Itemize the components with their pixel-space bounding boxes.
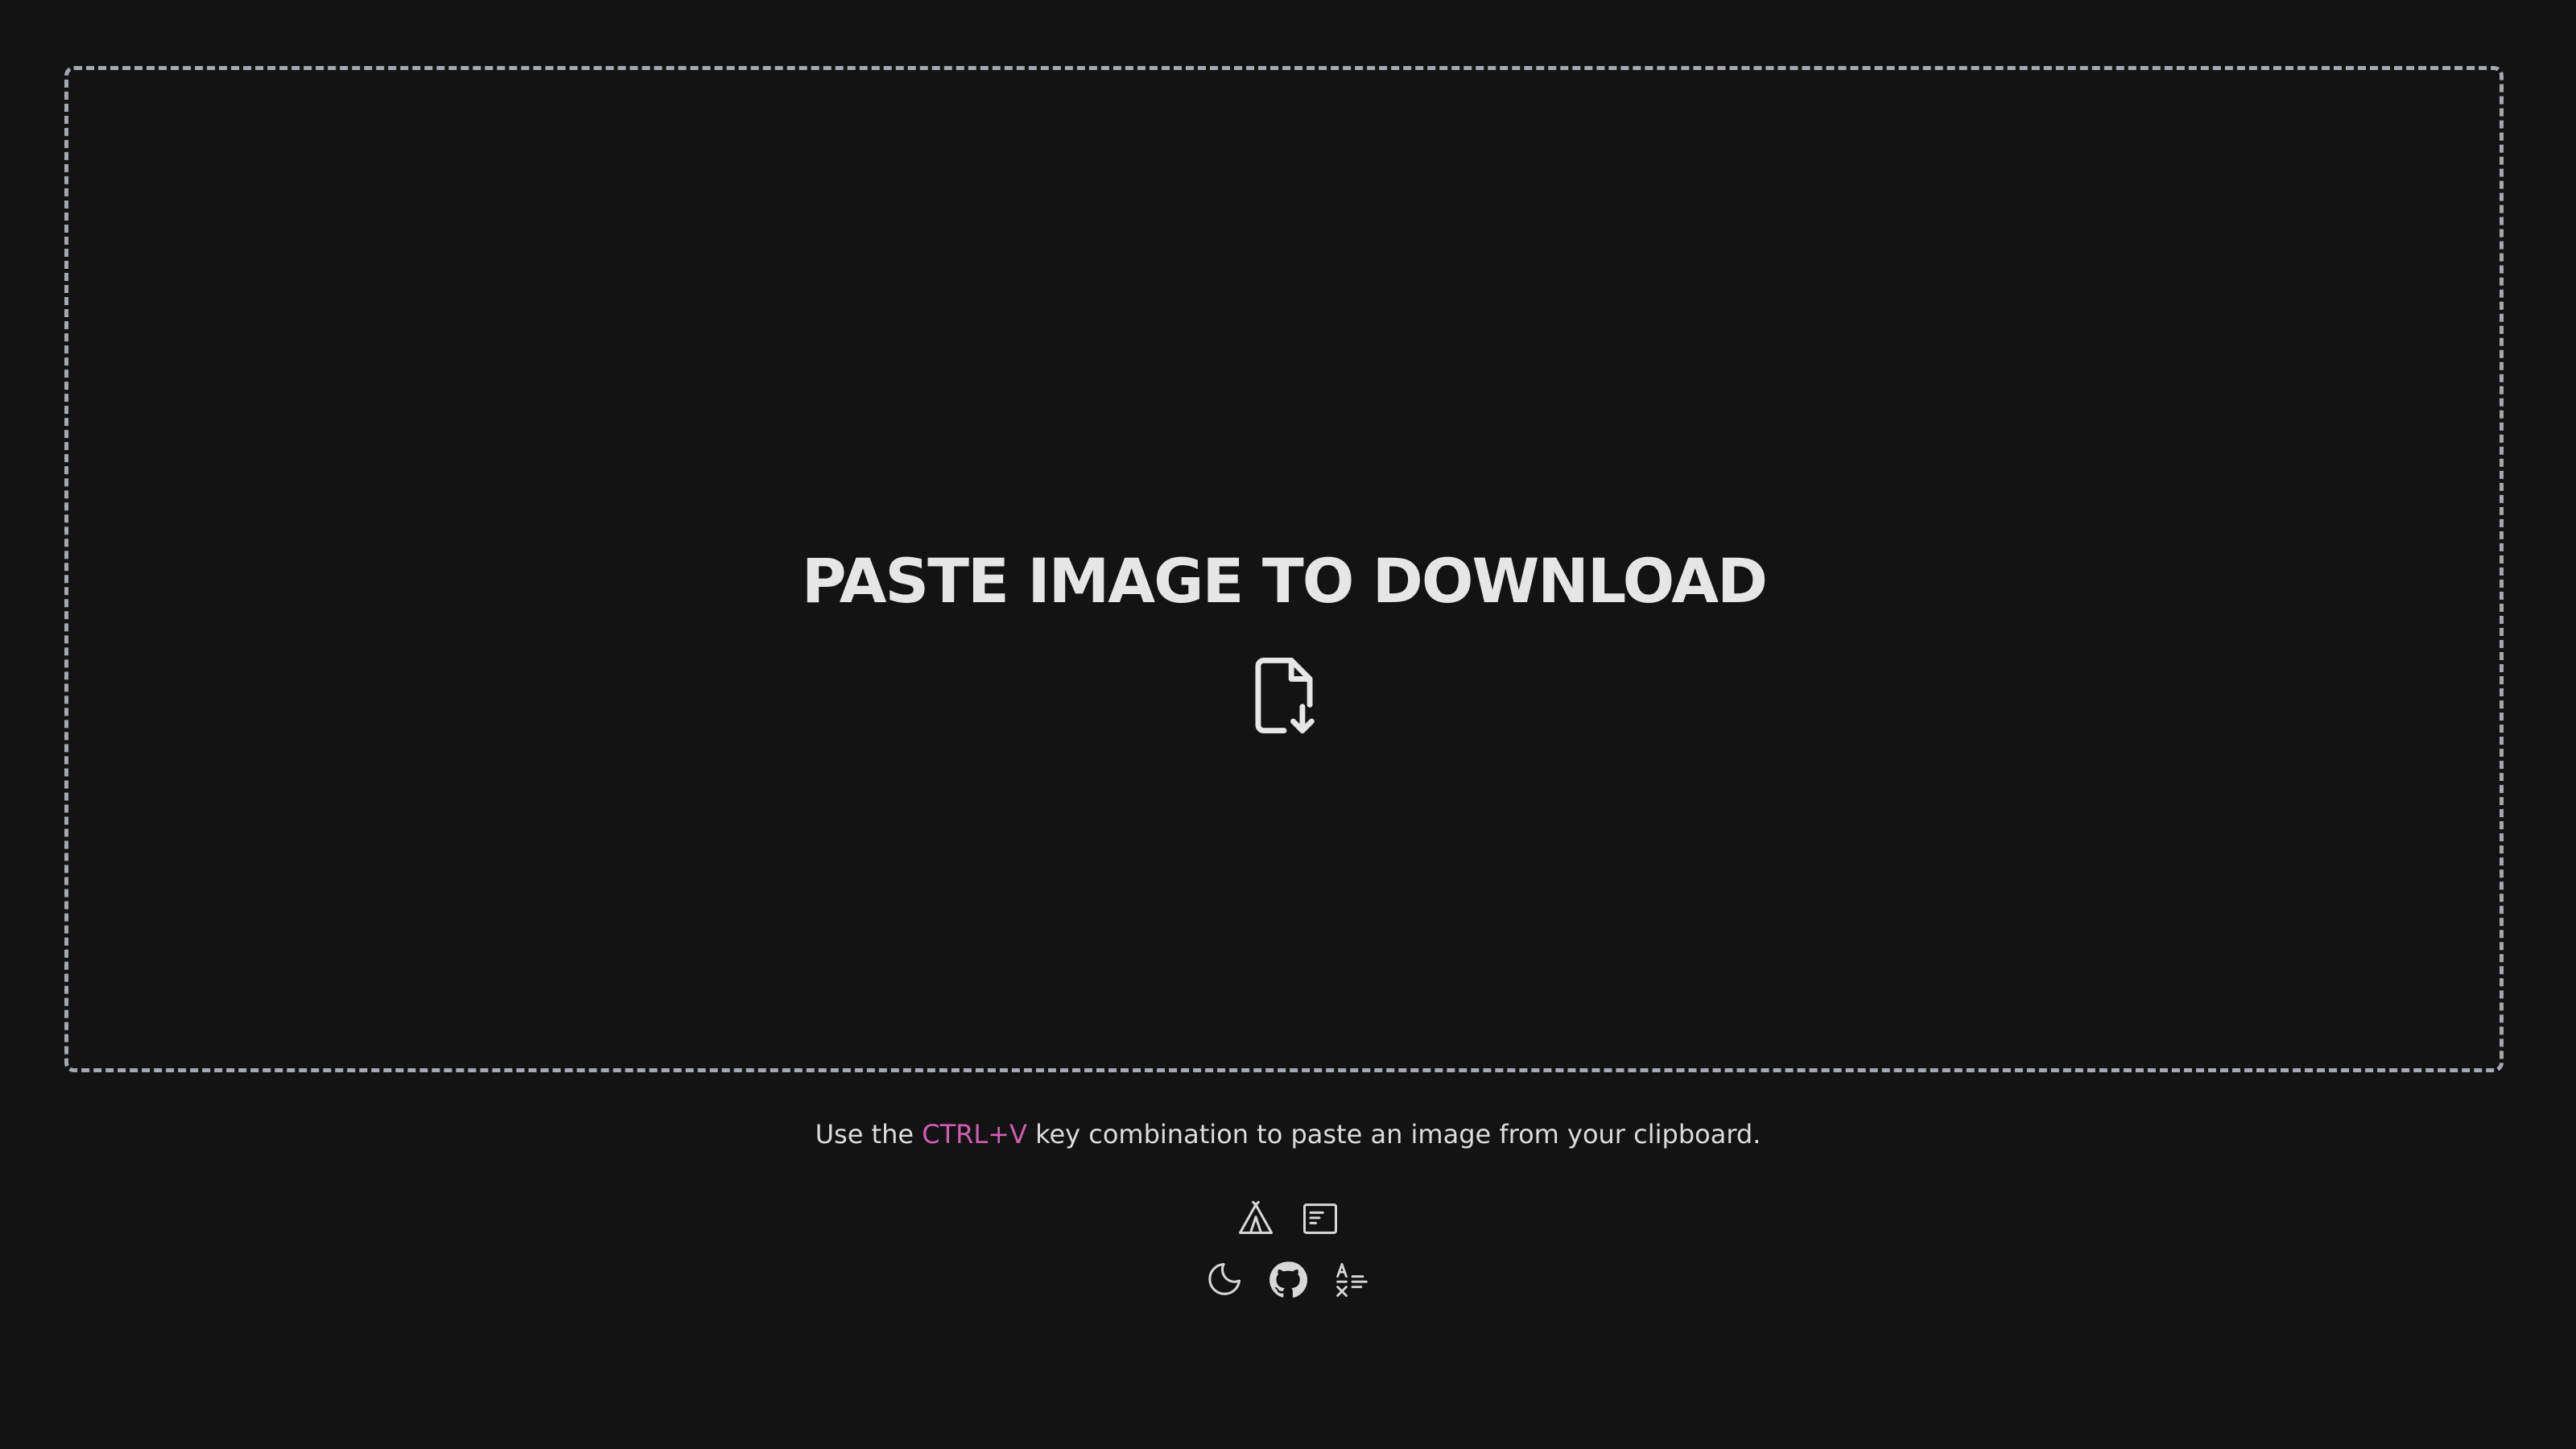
github-icon[interactable] (1267, 1259, 1309, 1301)
paste-hint: Use the CTRL+V key combination to paste … (0, 1119, 2576, 1150)
article-layout-icon[interactable] (1299, 1198, 1341, 1240)
hint-prefix: Use the (815, 1119, 914, 1150)
language-icon[interactable] (1331, 1259, 1373, 1301)
paste-dropzone[interactable]: PASTE IMAGE TO DOWNLOAD (64, 66, 2504, 1072)
hint-suffix: key combination to paste an image from y… (1035, 1119, 1761, 1150)
footer-icons-row-1 (0, 1198, 2576, 1240)
camp-tent-icon[interactable] (1235, 1198, 1277, 1240)
footer-icons-row-2 (0, 1259, 2576, 1301)
hint-shortcut: CTRL+V (922, 1119, 1027, 1150)
dropzone-content: PASTE IMAGE TO DOWNLOAD (68, 537, 2500, 743)
page: PASTE IMAGE TO DOWNLOAD Use the CTRL+V k… (0, 0, 2576, 1449)
file-download-icon (1240, 651, 1328, 740)
moon-icon[interactable] (1203, 1259, 1245, 1301)
dropzone-title: PASTE IMAGE TO DOWNLOAD (801, 545, 1768, 617)
